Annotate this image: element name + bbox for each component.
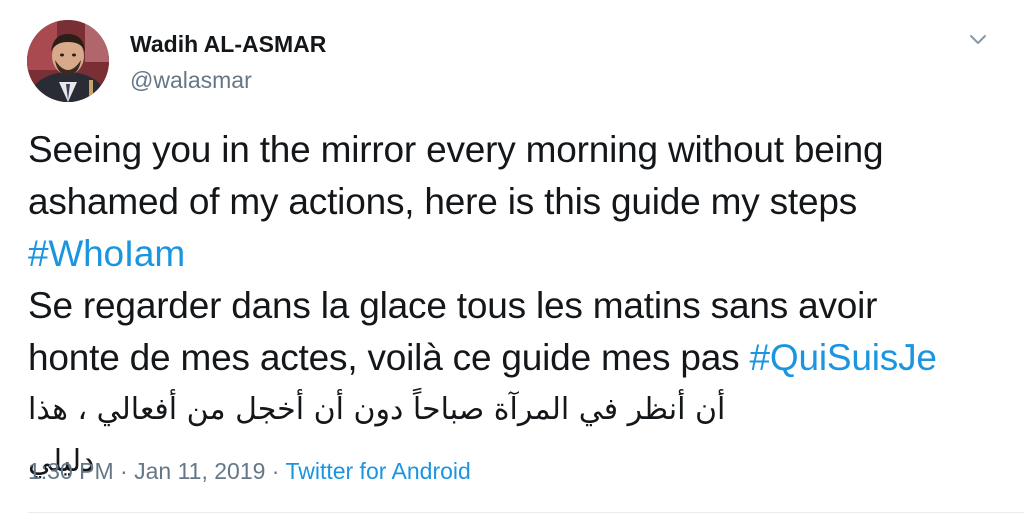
tweet-date[interactable]: Jan 11, 2019: [134, 458, 265, 484]
hashtag-link[interactable]: #QuiSuisJe: [750, 337, 937, 378]
tweet-time[interactable]: 1:30 PM: [28, 458, 114, 484]
tweet-text-line: Se regarder dans la glace tous les matin…: [28, 285, 878, 326]
divider: [28, 512, 1024, 513]
display-name[interactable]: Wadih AL-ASMAR: [130, 30, 326, 58]
tweet-card: Wadih AL-ASMAR @walasmar Seeing you in t…: [0, 0, 1024, 520]
avatar-image: [27, 20, 109, 102]
avatar[interactable]: [27, 20, 109, 102]
tweet-metadata: 1:30 PM · Jan 11, 2019 · Twitter for And…: [28, 456, 471, 486]
author-info: Wadih AL-ASMAR @walasmar: [130, 30, 326, 94]
hashtag-link[interactable]: #WhoIam: [28, 233, 185, 274]
tweet-source-link[interactable]: Twitter for Android: [285, 458, 470, 484]
separator: ·: [113, 458, 135, 484]
chevron-down-icon[interactable]: [966, 30, 990, 50]
tweet-text-line: honte de mes actes, voilà ce guide mes p…: [28, 337, 750, 378]
separator: ·: [265, 458, 286, 484]
user-handle[interactable]: @walasmar: [130, 66, 326, 94]
tweet-text-line: Seeing you in the mirror every morning w…: [28, 129, 884, 170]
tweet-text: Seeing you in the mirror every morning w…: [28, 124, 1008, 488]
tweet-text-line: ashamed of my actions, here is this guid…: [28, 181, 858, 222]
